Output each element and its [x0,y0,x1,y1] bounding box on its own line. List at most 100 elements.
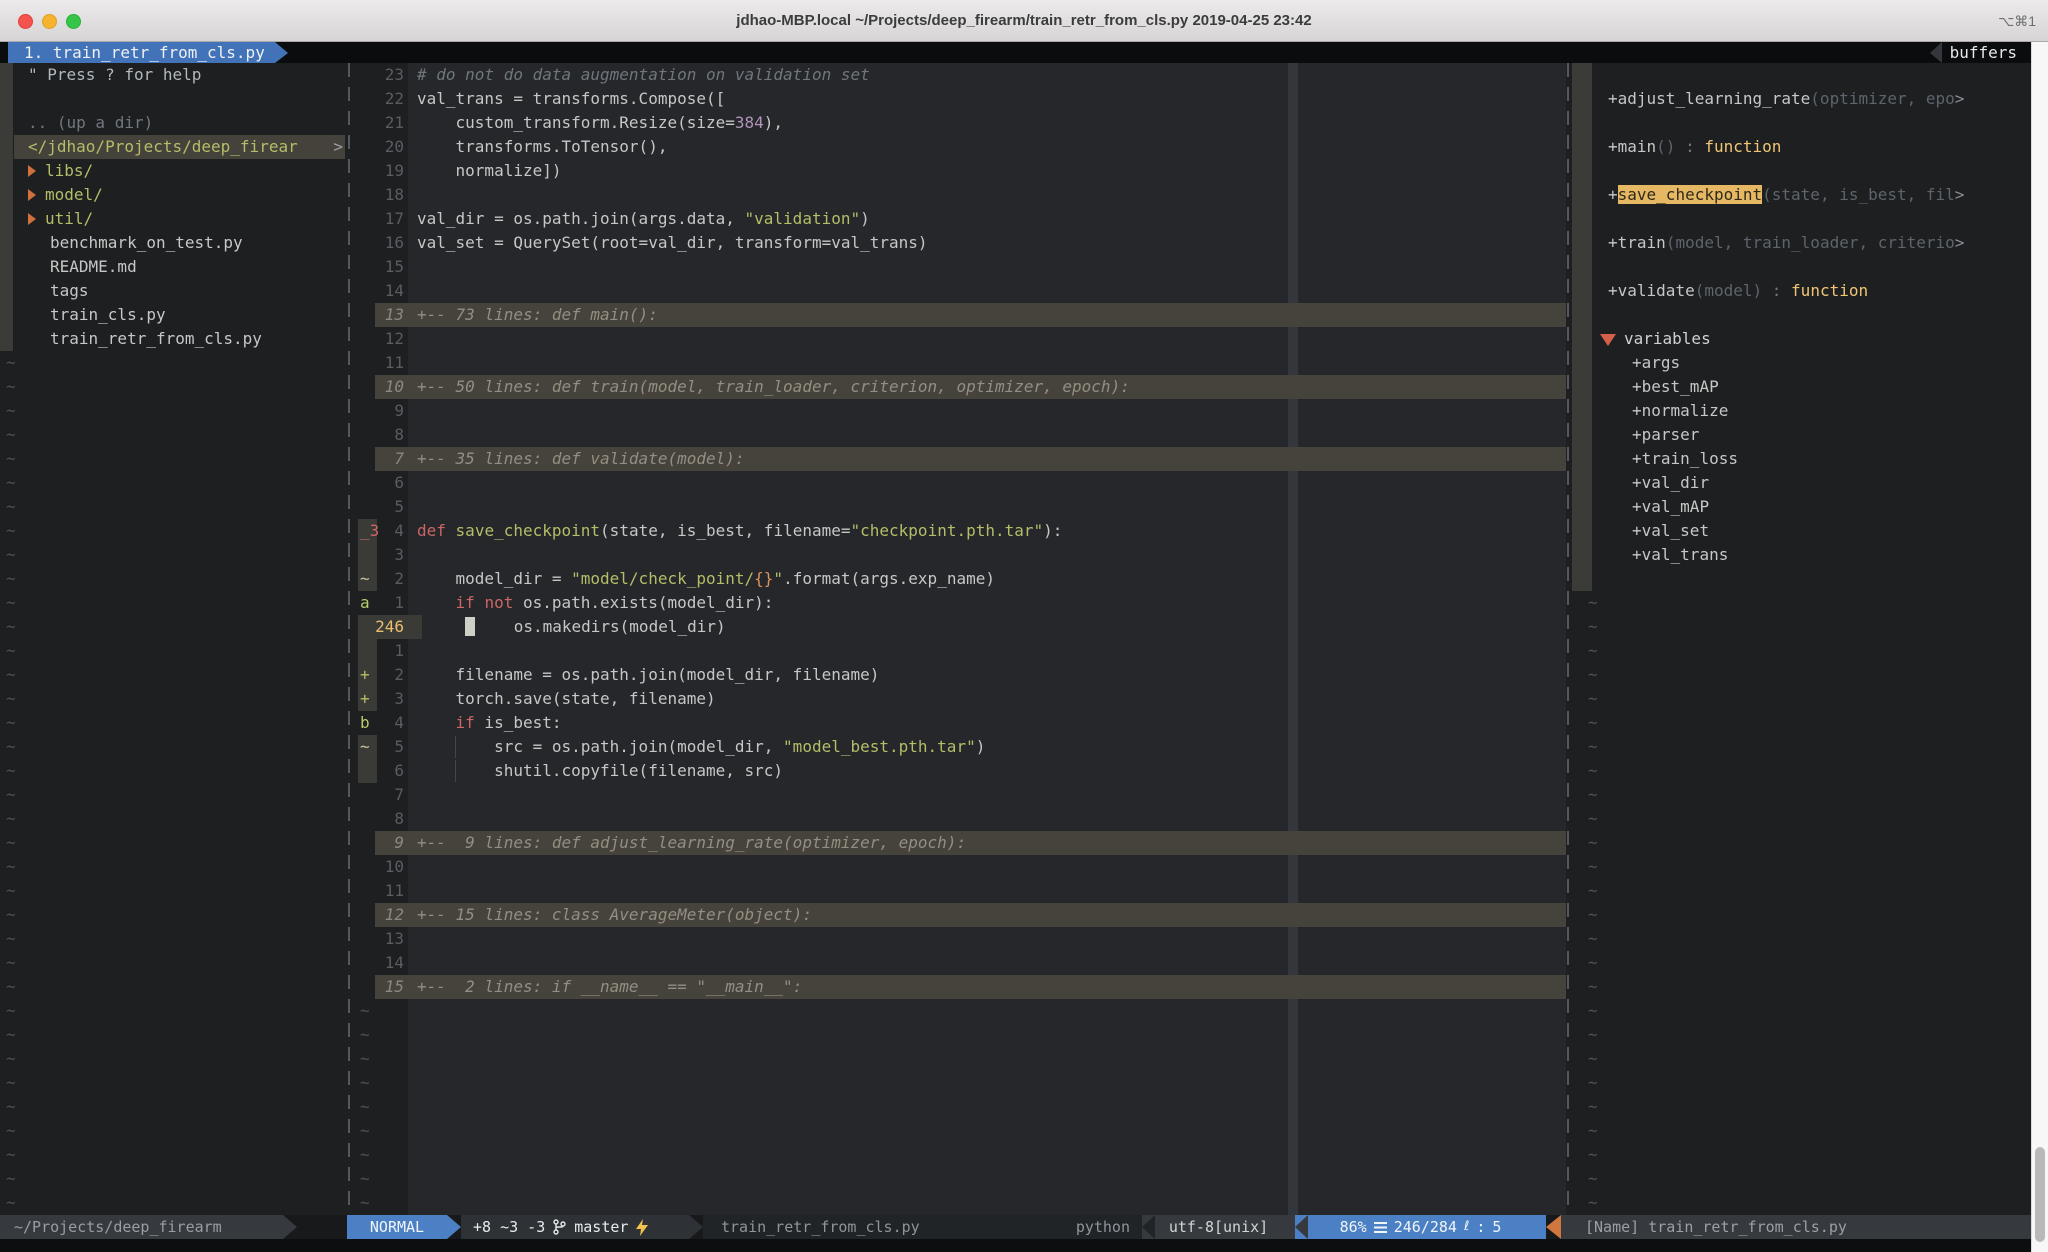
tagbar-blank-line [1572,63,2031,87]
tree-item-label: tags [50,281,89,300]
tagbar-variable-val_mAP[interactable]: +val_mAP [1572,495,2031,519]
code-text: val_trans = transforms.Compose([ [417,87,725,111]
tagbar-variable-normalize[interactable]: +normalize [1572,399,2031,423]
tag-name: save_checkpoint [1618,185,1763,204]
code-line[interactable]: 8 [358,807,1566,831]
tree-item[interactable]: " Press ? for help [0,63,345,87]
code-line[interactable]: 12 [358,327,1566,351]
tree-item[interactable]: .. (up a dir) [0,111,345,135]
window-separator-right[interactable] [1567,63,1569,1215]
cursor-line-total: 246/284 [1394,1215,1457,1239]
tagbar-tag-main[interactable]: +main() : function [1572,135,2031,159]
line-number: 246 [366,615,404,639]
empty-line-tilde: ~ [0,1095,345,1119]
folded-code-line[interactable]: 15+-- 2 lines: if __name__ == "__main__"… [358,975,1566,999]
code-line[interactable]: 14 [358,951,1566,975]
buffer-tab[interactable]: 1. train_retr_from_cls.py [8,42,275,63]
code-line[interactable]: 15 [358,255,1566,279]
code-line[interactable]: 11 [358,351,1566,375]
code-line[interactable]: 5 [358,495,1566,519]
tree-item[interactable]: train_retr_from_cls.py [0,327,345,351]
code-line[interactable]: _34def save_checkpoint(state, is_best, f… [358,519,1566,543]
tagbar-tag-train[interactable]: +train(model, train_loader, criterio> [1572,231,2031,255]
powerline-arrow [1295,1215,1308,1239]
code-text: # do not do data augmentation on validat… [417,63,870,87]
folder-collapsed-icon[interactable] [28,165,36,177]
code-line[interactable]: 6 [358,471,1566,495]
empty-line-tilde: ~ [0,783,345,807]
code-line[interactable]: 16val_set = QuerySet(root=val_dir, trans… [358,231,1566,255]
code-line[interactable]: 6 shutil.copyfile(filename, src) [358,759,1566,783]
tagbar-variable-val_trans[interactable]: +val_trans [1572,543,2031,567]
code-line[interactable]: 19 normalize]) [358,159,1566,183]
line-number: 7 [366,783,404,807]
code-line[interactable]: 13 [358,927,1566,951]
code-line[interactable]: 17val_dir = os.path.join(args.data, "val… [358,207,1566,231]
code-line[interactable]: ~2 model_dir = "model/check_point/{}".fo… [358,567,1566,591]
code-line[interactable]: 3 [358,543,1566,567]
tilde-glyph: ~ [360,1119,370,1143]
empty-line-tilde: ~ [1572,615,2031,639]
folded-code-line[interactable]: 10+-- 50 lines: def train(model, train_l… [358,375,1566,399]
code-line[interactable]: 20 transforms.ToTensor(), [358,135,1566,159]
code-line[interactable]: 18 [358,183,1566,207]
tree-item[interactable]: benchmark_on_test.py [0,231,345,255]
tagbar-variable-best_mAP[interactable]: +best_mAP [1572,375,2031,399]
tree-item[interactable]: </jdhao/Projects/deep_firear> [0,135,345,159]
code-line[interactable]: 246 os.makedirs(model_dir) [358,615,1566,639]
tree-item[interactable]: util/ [0,207,345,231]
code-line[interactable]: b4 if is_best: [358,711,1566,735]
code-editor-panel[interactable]: 23 # do not do data augmentation on valid… [358,63,1566,1215]
folded-code-line[interactable]: 13+-- 73 lines: def main(): [358,303,1566,327]
folder-collapsed-icon[interactable] [28,213,36,225]
code-line[interactable]: 23 # do not do data augmentation on valid… [358,63,1566,87]
empty-line-tilde: ~ [0,447,345,471]
empty-line-tilde: ~ [0,711,345,735]
tagbar-variable-parser[interactable]: +parser [1572,423,2031,447]
code-line[interactable]: 11 [358,879,1566,903]
mode-indicator: NORMAL [347,1215,447,1239]
code-line[interactable]: ~5 src = os.path.join(model_dir, "model_… [358,735,1566,759]
window-separator-left[interactable] [348,63,350,1215]
folded-code-line[interactable]: 9+-- 9 lines: def adjust_learning_rate(o… [358,831,1566,855]
code-line[interactable]: 1 [358,639,1566,663]
folded-code-line[interactable]: 12+-- 15 lines: class AverageMeter(objec… [358,903,1566,927]
tag-name: validate [1618,281,1695,300]
empty-line-tilde: ~ [1572,687,2031,711]
code-line[interactable]: +3 torch.save(state, filename) [358,687,1566,711]
fold-open-icon[interactable] [1600,334,1616,346]
tagbar-panel: +adjust_learning_rate(optimizer, epo> +ma… [1572,63,2031,1215]
terminal-scrollbar-thumb[interactable] [2035,1147,2045,1242]
command-line[interactable] [0,1239,2031,1252]
code-line[interactable]: 22val_trans = transforms.Compose([ [358,87,1566,111]
line-number: 23 [366,63,404,87]
tagbar-tag-adjust_learning_rate[interactable]: +adjust_learning_rate(optimizer, epo> [1572,87,2031,111]
empty-line-tilde: ~ [0,1167,345,1191]
code-line[interactable]: 10 [358,855,1566,879]
nerdtree-panel: " Press ? for help .. (up a dir)</jdhao/P… [0,63,345,1215]
code-line[interactable]: a1 if not os.path.exists(model_dir): [358,591,1566,615]
code-line[interactable]: 7 [358,783,1566,807]
folder-collapsed-icon[interactable] [28,189,36,201]
code-line[interactable]: 8 [358,423,1566,447]
tagbar-tag-save_checkpoint[interactable]: +save_checkpoint(state, is_best, fil> [1572,183,2031,207]
code-line[interactable]: 9 [358,399,1566,423]
tagbar-tag-validate[interactable]: +validate(model) : function [1572,279,2031,303]
tree-item[interactable]: train_cls.py [0,303,345,327]
tagbar-variable-val_dir[interactable]: +val_dir [1572,471,2031,495]
tree-item[interactable]: libs/ [0,159,345,183]
tagbar-section-variables[interactable]: variables [1572,327,2031,351]
code-line[interactable]: +2 filename = os.path.join(model_dir, fi… [358,663,1566,687]
empty-line-tilde: ~ [0,807,345,831]
code-line[interactable]: 14 [358,279,1566,303]
tree-item[interactable]: model/ [0,183,345,207]
line-number: 15 [366,975,404,999]
tagbar-variable-train_loss[interactable]: +train_loss [1572,447,2031,471]
folded-code-line[interactable]: 7+-- 35 lines: def validate(model): [358,447,1566,471]
code-line[interactable]: 21 custom_transform.Resize(size=384), [358,111,1566,135]
tagbar-variable-args[interactable]: +args [1572,351,2031,375]
tree-item[interactable]: tags [0,279,345,303]
terminal-scrollbar-track[interactable] [2031,42,2048,1252]
tagbar-variable-val_set[interactable]: +val_set [1572,519,2031,543]
tree-item[interactable]: README.md [0,255,345,279]
